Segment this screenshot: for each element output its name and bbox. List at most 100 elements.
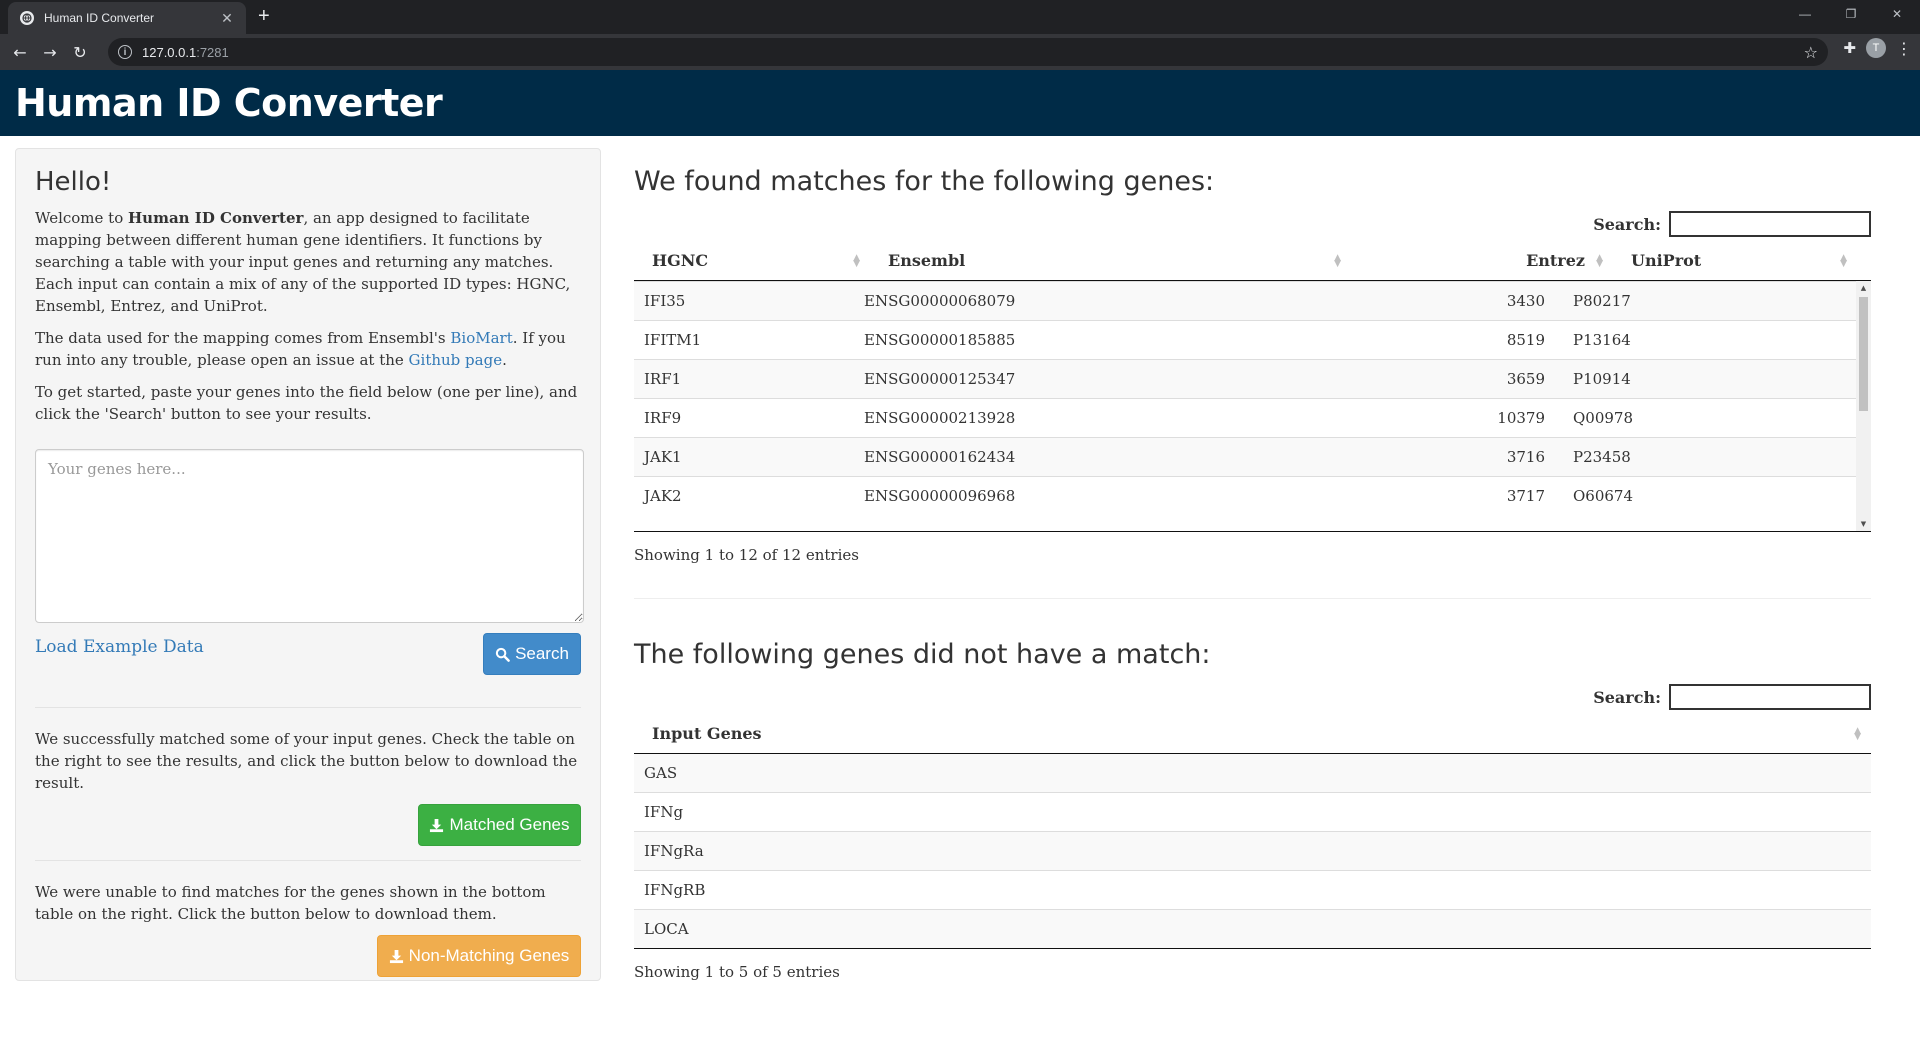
search-button-label: Search: [515, 644, 569, 663]
biomart-link[interactable]: BioMart: [450, 329, 512, 347]
cell-hgnc: IRF1: [634, 359, 854, 399]
table-row[interactable]: LOCA: [634, 909, 1871, 949]
unmatched-message: We were unable to find matches for the g…: [35, 883, 546, 923]
search-icon: [495, 647, 510, 662]
back-icon[interactable]: ←: [6, 38, 34, 66]
cell-uniprot: P23458: [1563, 437, 1856, 477]
github-link[interactable]: Github page: [409, 351, 503, 369]
sidebar-heading: Hello!: [35, 167, 112, 197]
table-row[interactable]: JAK2 ENSG00000096968 3717 O60674: [634, 476, 1856, 515]
cell-input-gene: LOCA: [634, 909, 1871, 949]
table-row[interactable]: IRF9 ENSG00000213928 10379 Q00978: [634, 398, 1856, 438]
scroll-down-icon[interactable]: ▼: [1856, 517, 1871, 531]
cell-input-gene: IFNg: [634, 792, 1871, 832]
genes-input[interactable]: [35, 449, 584, 623]
table-row[interactable]: IFNgRa: [634, 831, 1871, 871]
matches-table-header: HGNC ▲ ▼ Ensembl ▲ ▼ Entrez ▲ ▼ UniProt ▲ ▼: [634, 241, 1871, 281]
cell-entrez: 3659: [1319, 359, 1563, 399]
unmatched-button-row: Non-Matching Genes: [35, 935, 581, 977]
minimize-icon[interactable]: —: [1782, 0, 1828, 28]
matched-message: We successfully matched some of your inp…: [35, 730, 578, 792]
cell-hgnc: IFI35: [634, 281, 854, 321]
intro-paragraph: Welcome to Human ID Converter, an app de…: [35, 207, 581, 317]
menu-icon[interactable]: ⋮: [1896, 39, 1912, 58]
toolbar-actions: ✚ T ⋮: [1843, 38, 1912, 58]
data-source-paragraph: The data used for the mapping comes from…: [35, 327, 581, 371]
table-row[interactable]: JAK1 ENSG00000162434 3716 P23458: [634, 437, 1856, 477]
column-header-hgnc[interactable]: HGNC ▲ ▼: [634, 241, 870, 281]
results-panel: We found matches for the following genes…: [634, 136, 1871, 981]
cell-input-gene: GAS: [634, 753, 1871, 793]
matches-table-scroll[interactable]: IFI35 ENSG00000068079 3430 P80217 IFITM1 ENSG…: [634, 281, 1871, 532]
cell-entrez: 3430: [1319, 281, 1563, 321]
tab-title: Human ID Converter: [44, 11, 155, 25]
download-nonmatching-button[interactable]: Non-Matching Genes: [377, 935, 581, 977]
browser-tab[interactable]: Human ID Converter ✕: [8, 2, 246, 34]
get-started-paragraph: To get started, paste your genes into th…: [35, 383, 578, 423]
globe-icon: [20, 11, 34, 25]
puzzle-icon[interactable]: ✚: [1843, 39, 1856, 57]
column-label: Entrez: [1526, 251, 1585, 270]
download-icon: [389, 949, 403, 963]
table-row[interactable]: IRF1 ENSG00000125347 3659 P10914: [634, 359, 1856, 399]
cell-ensembl: ENSG00000096968: [854, 476, 1319, 515]
scroll-up-icon[interactable]: ▲: [1856, 281, 1871, 295]
nomatch-search-label: Search:: [1593, 687, 1661, 707]
cell-ensembl: ENSG00000068079: [854, 281, 1319, 321]
star-icon[interactable]: ☆: [1804, 43, 1818, 62]
intro-text-start: Welcome to: [35, 209, 128, 227]
reload-icon[interactable]: ↻: [66, 38, 94, 66]
restore-icon[interactable]: ❐: [1828, 0, 1874, 28]
column-label: HGNC: [652, 251, 709, 270]
url-host: 127.0.0.1: [142, 44, 197, 60]
cell-uniprot: P13164: [1563, 320, 1856, 360]
download-matched-button[interactable]: Matched Genes: [418, 804, 581, 846]
forward-icon[interactable]: →: [36, 38, 64, 66]
column-header-input-genes[interactable]: Input Genes ▲ ▼: [634, 714, 1871, 754]
scrollbar[interactable]: ▲ ▼: [1856, 281, 1871, 531]
address-bar[interactable]: i 127.0.0.1:7281 ☆: [108, 38, 1828, 66]
cell-hgnc: JAK2: [634, 476, 854, 515]
cell-ensembl: ENSG00000213928: [854, 398, 1319, 438]
search-button[interactable]: Search: [483, 633, 581, 675]
matches-search-label: Search:: [1593, 214, 1661, 234]
table-row[interactable]: IFNgRB: [634, 870, 1871, 910]
sort-icon: ▲ ▼: [853, 252, 860, 269]
close-window-icon[interactable]: ✕: [1874, 0, 1920, 28]
column-header-uniprot[interactable]: UniProt ▲ ▼: [1613, 241, 1871, 281]
load-example-link[interactable]: Load Example Data: [35, 637, 204, 657]
table-row[interactable]: IFI35 ENSG00000068079 3430 P80217: [634, 281, 1856, 321]
cell-entrez: 8519: [1319, 320, 1563, 360]
column-label: Input Genes: [652, 724, 762, 743]
scrollbar-thumb[interactable]: [1859, 297, 1868, 411]
nomatch-search-input[interactable]: [1669, 684, 1871, 710]
column-header-ensembl[interactable]: Ensembl ▲ ▼: [870, 241, 1351, 281]
matches-search-input[interactable]: [1669, 211, 1871, 237]
nomatch-search: Search:: [634, 684, 1871, 710]
browser-tab-strip: Human ID Converter ✕ + — ❐ ✕: [0, 0, 1920, 34]
cell-ensembl: ENSG00000185885: [854, 320, 1319, 360]
sort-icon: ▲ ▼: [1334, 252, 1341, 269]
cell-input-gene: IFNgRB: [634, 870, 1871, 910]
table-row[interactable]: GAS: [634, 753, 1871, 793]
data-source-text-start: The data used for the mapping comes from…: [35, 329, 451, 347]
close-icon[interactable]: ✕: [218, 10, 236, 27]
nomatch-table: Input Genes ▲ ▼ GAS IFNg IFNgRa IFNgRB LOCA: [634, 714, 1871, 949]
cell-entrez: 10379: [1319, 398, 1563, 438]
section-divider: [634, 598, 1871, 599]
app-header: Human ID Converter: [0, 70, 1920, 136]
info-icon[interactable]: i: [118, 45, 132, 59]
table-row[interactable]: IFNg: [634, 792, 1871, 832]
url-text: 127.0.0.1:7281: [142, 45, 229, 60]
avatar[interactable]: T: [1866, 38, 1886, 58]
cell-hgnc: JAK1: [634, 437, 854, 477]
divider: [35, 707, 581, 708]
column-header-entrez[interactable]: Entrez ▲ ▼: [1351, 241, 1613, 281]
matches-search: Search:: [634, 211, 1871, 237]
download-icon: [430, 818, 444, 832]
new-tab-button[interactable]: +: [258, 6, 270, 26]
table-row[interactable]: IFITM1 ENSG00000185885 8519 P13164: [634, 320, 1856, 360]
sort-icon: ▲ ▼: [1840, 252, 1847, 269]
cell-entrez: 3716: [1319, 437, 1563, 477]
matches-heading: We found matches for the following genes…: [634, 166, 1215, 197]
